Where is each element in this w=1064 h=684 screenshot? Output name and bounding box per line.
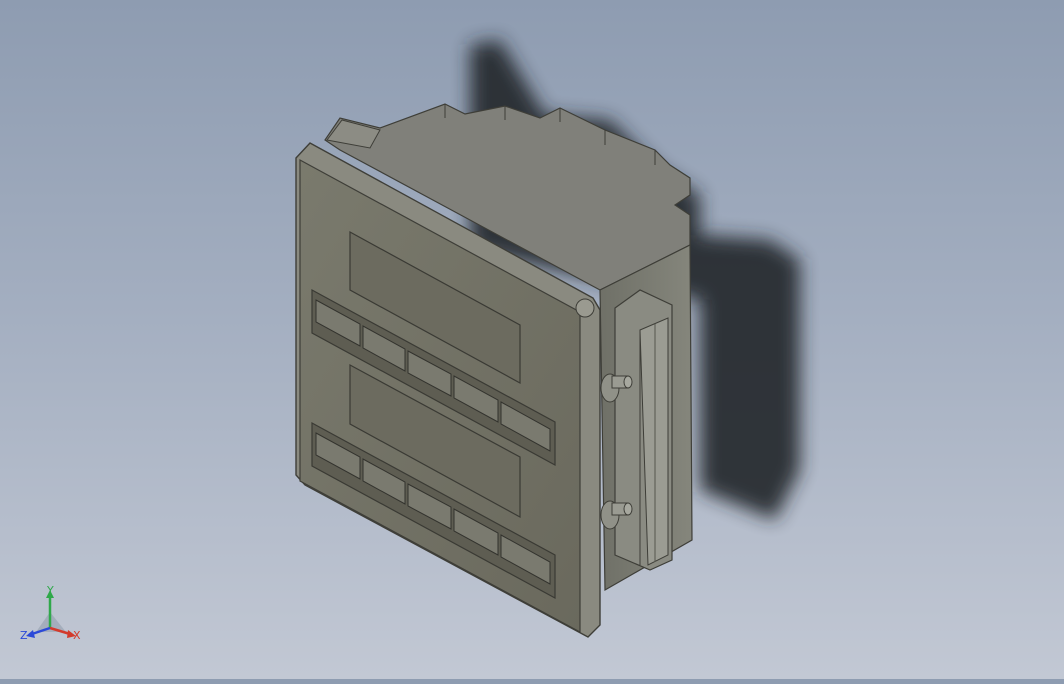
x-axis-label: X (73, 629, 81, 642)
orientation-triad[interactable]: Y X Z (18, 584, 88, 644)
model-render[interactable] (0, 0, 1064, 679)
housing-side (599, 244, 693, 592)
z-axis-label: Z (20, 629, 28, 642)
y-axis-label: Y (46, 584, 54, 597)
3d-viewport[interactable] (0, 0, 1064, 679)
axis-triad-icon: Y X Z (20, 584, 81, 642)
